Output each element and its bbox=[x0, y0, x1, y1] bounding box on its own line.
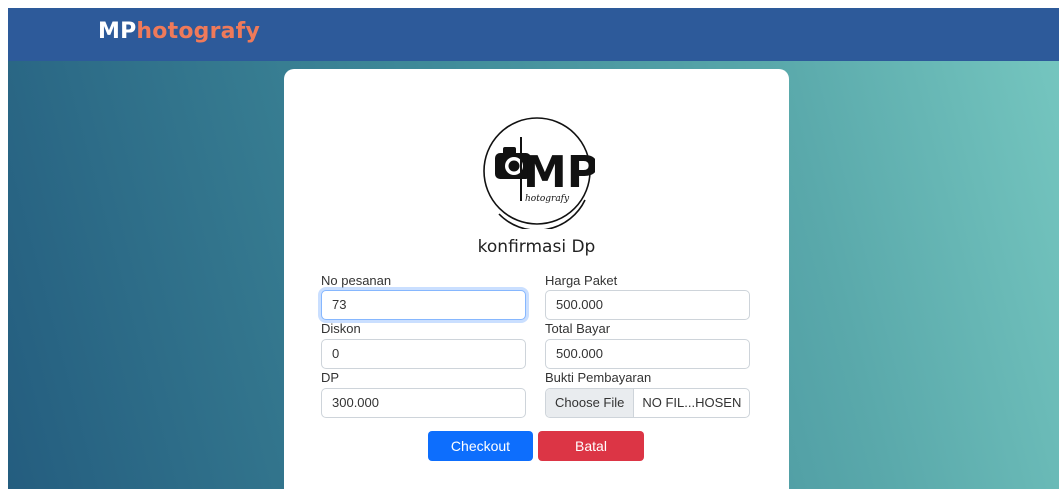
brand-suffix: hotografy bbox=[136, 19, 260, 44]
harga-paket-label: Harga Paket bbox=[545, 273, 618, 288]
diskon-label: Diskon bbox=[321, 321, 361, 336]
total-bayar-label: Total Bayar bbox=[545, 321, 611, 336]
diskon-input[interactable]: 0 bbox=[321, 339, 526, 369]
brand-logo[interactable]: MPhotografy bbox=[98, 19, 260, 44]
batal-button[interactable]: Batal bbox=[538, 431, 644, 461]
no-pesanan-input[interactable]: 73 bbox=[321, 290, 526, 320]
checkout-button[interactable]: Checkout bbox=[428, 431, 533, 461]
no-pesanan-label: No pesanan bbox=[321, 273, 392, 288]
bukti-pembayaran-file-input[interactable]: Choose File NO FIL...HOSEN bbox=[545, 388, 750, 418]
brand-prefix: MP bbox=[98, 19, 137, 44]
bukti-pembayaran-label: Bukti Pembayaran bbox=[545, 370, 652, 385]
logo-lettering: hotografy bbox=[525, 194, 570, 204]
svg-text:MP: MP bbox=[523, 147, 595, 198]
total-bayar-input[interactable]: 500.000 bbox=[545, 339, 750, 369]
dp-input[interactable]: 300.000 bbox=[321, 388, 526, 418]
choose-file-button[interactable]: Choose File bbox=[546, 389, 635, 417]
form-title: konfirmasi Dp bbox=[477, 237, 596, 257]
page-background: MPhotografy MP hotografy konfirmasi Dp N… bbox=[8, 8, 1059, 489]
harga-paket-input[interactable]: 500.000 bbox=[545, 290, 750, 320]
photography-logo-icon: MP hotografy bbox=[483, 117, 595, 229]
confirmation-card: MP hotografy konfirmasi Dp No pesanan 73… bbox=[284, 69, 789, 489]
file-name-text: NO FIL...HOSEN bbox=[642, 395, 742, 410]
dp-label: DP bbox=[321, 370, 340, 385]
navbar: MPhotografy bbox=[8, 8, 1059, 61]
